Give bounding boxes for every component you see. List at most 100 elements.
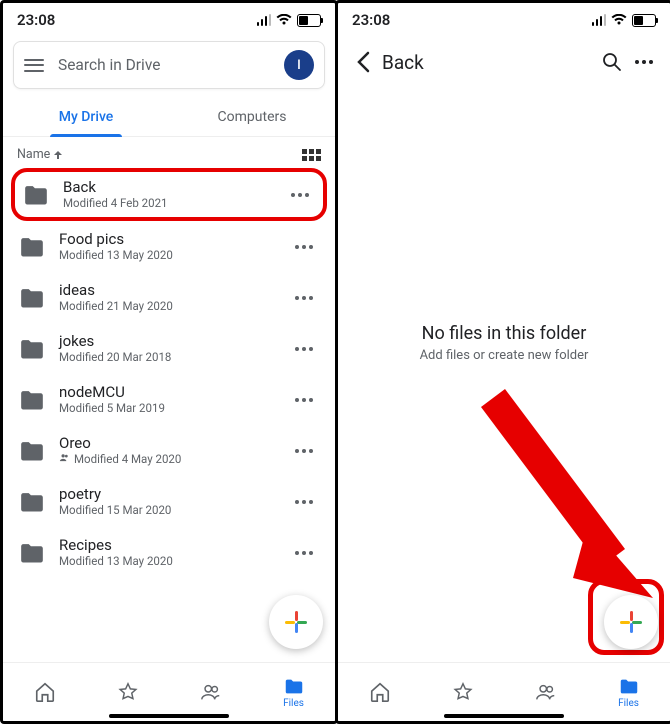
folder-subtitle: Modified 15 Mar 2020 xyxy=(59,503,291,518)
item-more-button[interactable] xyxy=(287,193,313,197)
people-icon xyxy=(200,681,222,703)
item-more-button[interactable] xyxy=(291,398,317,402)
sort-button[interactable]: Name xyxy=(17,147,63,162)
item-more-button[interactable] xyxy=(291,449,317,453)
tab-my-drive[interactable]: My Drive xyxy=(3,99,169,136)
folder-title: Back xyxy=(382,51,596,74)
nav-starred[interactable] xyxy=(86,663,169,721)
nav-shared[interactable] xyxy=(504,663,587,721)
empty-title: No files in this folder xyxy=(338,323,670,344)
folder-row[interactable]: Food picsModified 13 May 2020 xyxy=(11,221,327,272)
folder-icon xyxy=(19,543,45,563)
search-bar[interactable]: Search in Drive I xyxy=(13,41,325,89)
empty-subtitle: Add files or create new folder xyxy=(338,348,670,363)
folder-icon xyxy=(19,390,45,410)
folder-name: Back xyxy=(63,178,287,196)
plus-icon xyxy=(620,611,642,633)
account-avatar[interactable]: I xyxy=(284,50,314,80)
folder-subtitle: Modified 13 May 2020 xyxy=(59,248,291,263)
folder-name: ideas xyxy=(59,281,291,299)
status-bar: 23:08 xyxy=(3,3,335,37)
nav-files[interactable]: Files xyxy=(587,663,670,721)
folder-name: Recipes xyxy=(59,536,291,554)
folder-subtitle: Modified 4 May 2020 xyxy=(59,452,291,467)
folder-subtitle: Modified 4 Feb 2021 xyxy=(63,196,287,211)
folder-name: poetry xyxy=(59,485,291,503)
home-indicator xyxy=(444,714,564,718)
search-button[interactable] xyxy=(596,52,628,72)
signal-icon xyxy=(257,14,272,26)
status-time: 23:08 xyxy=(17,11,55,29)
item-more-button[interactable] xyxy=(291,245,317,249)
battery-icon xyxy=(297,14,321,27)
folder-name: nodeMCU xyxy=(59,383,291,401)
nav-shared[interactable] xyxy=(169,663,252,721)
star-icon xyxy=(452,681,474,703)
folder-name: jokes xyxy=(59,332,291,350)
folder-icon xyxy=(19,339,45,359)
folder-subtitle: Modified 5 Mar 2019 xyxy=(59,401,291,416)
folder-row[interactable]: RecipesModified 13 May 2020 xyxy=(11,527,327,578)
folder-icon xyxy=(618,676,640,698)
star-icon xyxy=(117,681,139,703)
chevron-left-icon xyxy=(356,51,370,73)
item-more-button[interactable] xyxy=(291,296,317,300)
plus-icon xyxy=(285,611,307,633)
annotation-arrow xyxy=(478,383,658,603)
screenshot-file-list: 23:08 Search in Drive I My Drive Compute… xyxy=(0,0,338,724)
folder-row[interactable]: OreoModified 4 May 2020 xyxy=(11,425,327,476)
folder-row[interactable]: poetryModified 15 Mar 2020 xyxy=(11,476,327,527)
home-icon xyxy=(369,681,391,703)
folder-name: Oreo xyxy=(59,434,291,452)
bottom-nav: Files xyxy=(338,662,670,721)
folder-header: Back xyxy=(338,37,670,87)
status-bar: 23:08 xyxy=(338,3,670,37)
folder-icon xyxy=(19,288,45,308)
back-button[interactable] xyxy=(348,51,378,73)
fab-add-button[interactable] xyxy=(269,595,323,649)
folder-icon xyxy=(19,441,45,461)
more-button[interactable] xyxy=(628,60,660,64)
home-icon xyxy=(34,681,56,703)
folder-row[interactable]: BackModified 4 Feb 2021 xyxy=(11,168,327,221)
screenshot-empty-folder: 23:08 Back No files in this folder xyxy=(335,0,670,724)
file-list: BackModified 4 Feb 2021Food picsModified… xyxy=(3,168,335,578)
nav-starred[interactable] xyxy=(421,663,504,721)
folder-row[interactable]: nodeMCUModified 5 Mar 2019 xyxy=(11,374,327,425)
battery-icon xyxy=(632,14,656,27)
nav-files[interactable]: Files xyxy=(252,663,335,721)
folder-subtitle: Modified 13 May 2020 xyxy=(59,554,291,569)
folder-row[interactable]: jokesModified 20 Mar 2018 xyxy=(11,323,327,374)
folder-subtitle: Modified 20 Mar 2018 xyxy=(59,350,291,365)
empty-state: No files in this folder Add files or cre… xyxy=(338,323,670,363)
signal-icon xyxy=(592,14,607,26)
tab-computers[interactable]: Computers xyxy=(169,99,335,136)
home-indicator xyxy=(109,714,229,718)
view-grid-icon[interactable] xyxy=(302,149,321,161)
search-placeholder: Search in Drive xyxy=(58,56,284,74)
folder-icon xyxy=(19,492,45,512)
item-more-button[interactable] xyxy=(291,347,317,351)
item-more-button[interactable] xyxy=(291,551,317,555)
folder-icon xyxy=(283,676,305,698)
people-icon xyxy=(535,681,557,703)
search-icon xyxy=(602,52,622,72)
folder-subtitle: Modified 21 May 2020 xyxy=(59,299,291,314)
bottom-nav: Files xyxy=(3,662,335,721)
arrow-up-icon xyxy=(53,150,63,160)
more-horizontal-icon xyxy=(635,60,653,64)
item-more-button[interactable] xyxy=(291,500,317,504)
nav-home[interactable] xyxy=(338,663,421,721)
wifi-icon xyxy=(611,14,627,26)
nav-home[interactable] xyxy=(3,663,86,721)
folder-name: Food pics xyxy=(59,230,291,248)
status-time: 23:08 xyxy=(352,11,390,29)
shared-icon xyxy=(59,452,70,467)
tab-bar: My Drive Computers xyxy=(3,99,335,137)
fab-add-button[interactable] xyxy=(604,595,658,649)
menu-icon[interactable] xyxy=(24,59,44,72)
folder-row[interactable]: ideasModified 21 May 2020 xyxy=(11,272,327,323)
folder-icon xyxy=(19,237,45,257)
wifi-icon xyxy=(276,14,292,26)
folder-icon xyxy=(23,185,49,205)
